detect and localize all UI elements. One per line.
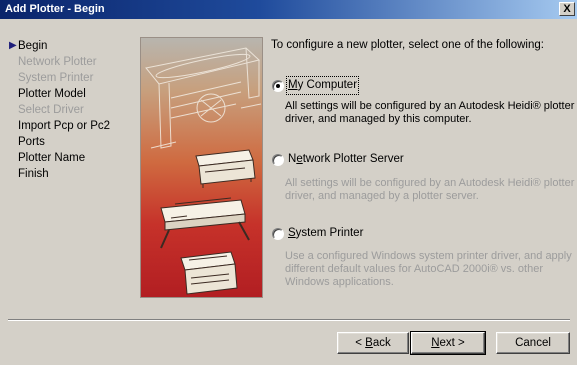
radio-selected-dot <box>276 84 280 88</box>
label-text: ystem Printer <box>295 227 364 239</box>
step-finish: Finish <box>18 166 138 182</box>
plotter-illustration-svg <box>145 47 262 295</box>
step-label: Plotter Name <box>18 152 86 164</box>
step-label: Network Plotter <box>18 56 97 68</box>
step-label: Begin <box>18 40 48 52</box>
step-label: Plotter Model <box>18 88 86 100</box>
option-description: Use a configured Windows system printer … <box>285 250 572 288</box>
label-text: y Computer <box>297 79 358 91</box>
radio-system-printer[interactable] <box>272 228 284 240</box>
step-begin: ▶ Begin <box>9 38 138 54</box>
accelerator-key: B <box>365 337 373 349</box>
back-button[interactable]: < Back <box>337 332 409 354</box>
step-import-pcp: Import Pcp or Pc2 <box>18 118 138 134</box>
label-text: twork Plotter Server <box>302 153 404 165</box>
title-bar: Add Plotter - Begin X <box>0 0 577 19</box>
button-separator <box>8 319 570 321</box>
next-button[interactable]: Next > <box>410 331 486 355</box>
printer-icon-3 <box>180 251 238 295</box>
step-ports: Ports <box>18 134 138 150</box>
cancel-button[interactable]: Cancel <box>496 332 570 354</box>
step-network-plotter: Network Plotter <box>18 54 138 70</box>
option-label-system-printer[interactable]: System Printer <box>288 226 363 241</box>
plotter-printers-illustration <box>140 37 263 298</box>
triangle-right-icon: ▶ <box>9 40 17 51</box>
step-plotter-name: Plotter Name <box>18 150 138 166</box>
step-label: Select Driver <box>18 104 84 116</box>
step-label: Import Pcp or Pc2 <box>18 120 111 132</box>
option-label-my-computer[interactable]: My Computer <box>285 76 360 95</box>
step-select-driver: Select Driver <box>18 102 138 118</box>
step-label: System Printer <box>18 72 94 84</box>
accelerator-key: N <box>431 337 440 349</box>
label-text: < <box>355 337 366 349</box>
window-title: Add Plotter - Begin <box>5 3 105 15</box>
intro-text: To configure a new plotter, select one o… <box>271 39 544 51</box>
step-system-printer: System Printer <box>18 70 138 86</box>
accelerator-key: S <box>288 227 296 239</box>
label-text: ext > <box>439 337 465 349</box>
step-plotter-model: Plotter Model <box>18 86 138 102</box>
label-text: ack <box>372 337 391 349</box>
printer-icon-1 <box>195 149 256 188</box>
radio-network-plotter-server[interactable] <box>272 154 284 166</box>
accelerator-key: M <box>288 79 298 91</box>
wizard-steps: ▶ Begin Network Plotter System Printer P… <box>9 38 138 182</box>
option-label-network-plotter-server[interactable]: Network Plotter Server <box>288 152 404 167</box>
printer-icon-2 <box>160 197 250 249</box>
close-icon[interactable]: X <box>559 2 575 16</box>
option-description: All settings will be configured by an Au… <box>285 177 575 202</box>
option-description: All settings will be configured by an Au… <box>285 100 575 125</box>
radio-my-computer[interactable] <box>272 80 284 92</box>
step-label: Finish <box>18 168 49 180</box>
step-label: Ports <box>18 136 45 148</box>
